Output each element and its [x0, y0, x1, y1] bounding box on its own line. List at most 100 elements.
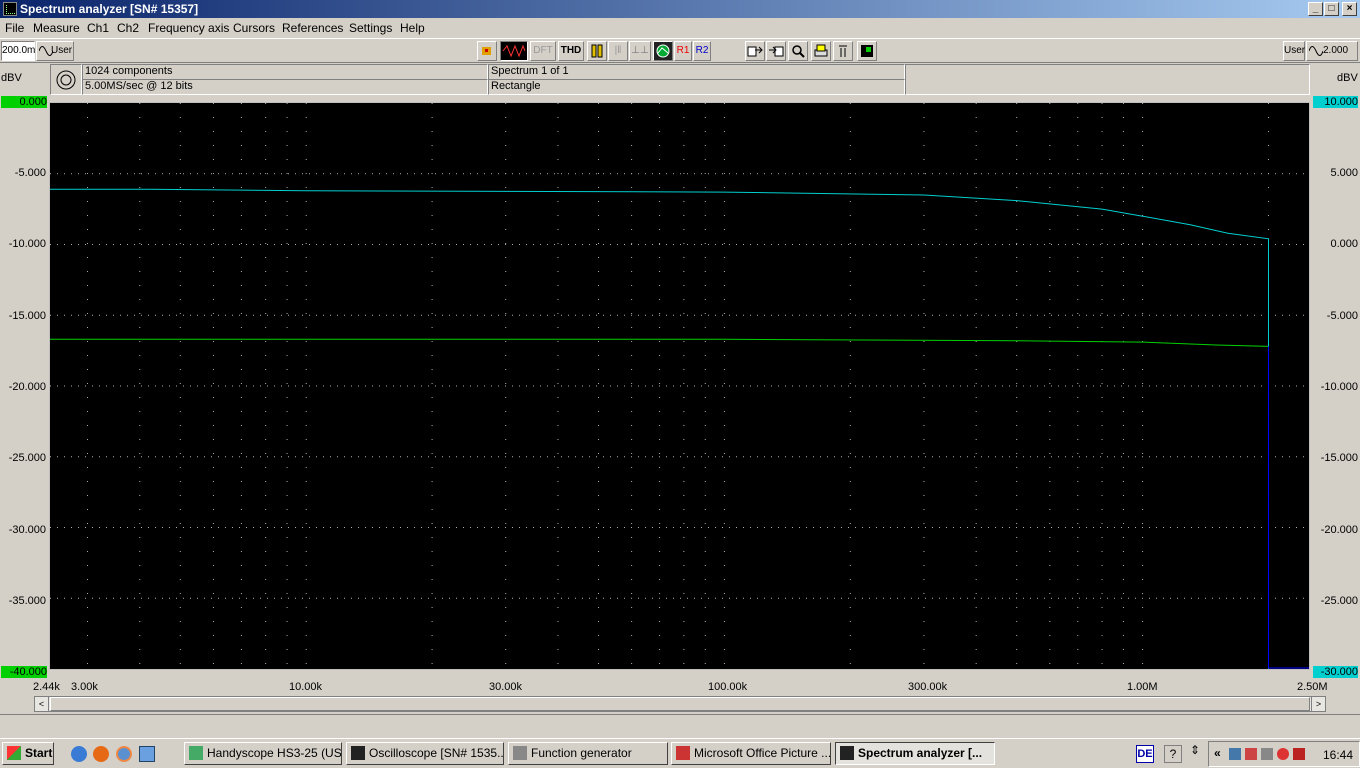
- top-button[interactable]: [833, 41, 853, 61]
- left-axis-tick: -25.000: [8, 452, 46, 464]
- export-icon: [747, 46, 763, 57]
- ch1-mode-button[interactable]: User: [36, 41, 74, 61]
- security-shield-icon[interactable]: [1293, 748, 1305, 760]
- task-label: Microsoft Office Picture ...: [694, 746, 831, 760]
- right-axis-tick: 5.000: [1330, 167, 1358, 179]
- close-button[interactable]: ×: [1342, 2, 1357, 16]
- x-axis-tick: 3.00k: [71, 681, 98, 693]
- menu-cursors[interactable]: Cursors: [233, 21, 275, 35]
- menu-frequency-axis[interactable]: Frequency axis: [148, 21, 229, 35]
- wifi-icon[interactable]: [1277, 748, 1289, 760]
- waveform-icon: [502, 44, 526, 58]
- right-axis-tick: -25.000: [1320, 595, 1358, 607]
- right-axis-tick[interactable]: 10.000: [1313, 96, 1358, 108]
- x-axis-tick: 100.00k: [708, 681, 748, 693]
- panel-icon: [861, 45, 873, 57]
- ch2-range-button[interactable]: 2.000: [1306, 41, 1358, 61]
- firefox-icon[interactable]: [93, 746, 109, 762]
- network-icon[interactable]: [1229, 748, 1241, 760]
- pause-button[interactable]: [587, 41, 607, 61]
- sine-icon: [1309, 46, 1323, 56]
- maximize-button[interactable]: □: [1324, 2, 1339, 16]
- ref1-button[interactable]: R1: [674, 41, 692, 61]
- menu-settings[interactable]: Settings: [349, 21, 392, 35]
- ruler-button[interactable]: ⊥⊥: [629, 41, 651, 61]
- left-axis-tick[interactable]: 0.000: [1, 96, 47, 108]
- x-axis-tick: 1.00M: [1127, 681, 1158, 693]
- print-button[interactable]: [811, 41, 831, 61]
- layout-button[interactable]: [857, 41, 877, 61]
- task-function-generator[interactable]: Function generator: [508, 742, 668, 765]
- task-oscilloscope[interactable]: Oscilloscope [SN# 1535...: [346, 742, 504, 765]
- browser-icon[interactable]: [116, 746, 132, 762]
- magnifier-icon: [792, 45, 805, 58]
- task-handyscope[interactable]: Handyscope HS3-25 (US...: [184, 742, 342, 765]
- right-axis-tick: 0.000: [1330, 238, 1358, 250]
- app-icon[interactable]: [3, 2, 17, 16]
- waveform-button[interactable]: [500, 41, 528, 61]
- language-indicator[interactable]: DE: [1136, 745, 1154, 763]
- thd-button[interactable]: THD: [558, 41, 584, 61]
- help-icon[interactable]: ?: [1164, 745, 1182, 763]
- picture-icon: [676, 746, 690, 760]
- zoom-button[interactable]: [788, 41, 808, 61]
- task-spectrum-analyzer[interactable]: Spectrum analyzer [...: [835, 742, 995, 765]
- marker-icon: [839, 45, 847, 57]
- task-picture-manager[interactable]: Microsoft Office Picture ...: [671, 742, 831, 765]
- start-button[interactable]: Start: [2, 742, 54, 765]
- wand-icon: [482, 47, 491, 55]
- dft-button[interactable]: DFT: [530, 41, 556, 61]
- window-function-label: Rectangle: [488, 79, 905, 95]
- spectrum-plot[interactable]: [49, 102, 1310, 670]
- cursor-tool-button[interactable]: |‖: [608, 41, 628, 61]
- desktop-icon[interactable]: [139, 746, 155, 762]
- task-label: Function generator: [531, 746, 632, 760]
- horizontal-scrollbar[interactable]: < >: [34, 696, 1326, 712]
- scope-icon: [656, 44, 670, 58]
- sine-icon: [39, 46, 53, 56]
- left-axis-tick[interactable]: -40.000: [1, 666, 47, 678]
- menu-ch1[interactable]: Ch1: [87, 21, 109, 35]
- x-axis-tick: 30.00k: [489, 681, 523, 693]
- menu-measure[interactable]: Measure: [33, 21, 80, 35]
- title-bar: Spectrum analyzer [SN# 15357] _ □ ×: [0, 0, 1360, 18]
- menu-file[interactable]: File: [5, 21, 24, 35]
- left-axis-tick: -35.000: [8, 595, 46, 607]
- info-bar: dBV 1024 components 5.00MS/sec @ 12 bits…: [0, 63, 1360, 96]
- menu-help[interactable]: Help: [400, 21, 425, 35]
- volume-icon[interactable]: [1245, 748, 1257, 760]
- spectrum-index-label: Spectrum 1 of 1: [488, 64, 905, 80]
- taskbar: Start Handyscope HS3-25 (US... Oscillosc…: [0, 738, 1360, 768]
- ie-icon[interactable]: [71, 746, 87, 762]
- right-unit-label: dBV: [1337, 72, 1358, 84]
- ref2-button[interactable]: R2: [693, 41, 711, 61]
- import-button[interactable]: [766, 41, 786, 61]
- toolbar: 200.0m User DFT THD |‖ ⊥⊥ R1 R2 User 2.0…: [0, 38, 1360, 63]
- components-label: 1024 components: [82, 64, 488, 80]
- tray-menu-icon[interactable]: ⇕: [1190, 743, 1200, 757]
- right-axis-tick: -10.000: [1320, 381, 1358, 393]
- trigger-tool-button[interactable]: [477, 41, 497, 61]
- tray-expand-icon[interactable]: «: [1214, 746, 1221, 760]
- right-axis-tick[interactable]: -30.000: [1313, 666, 1358, 678]
- scroll-thumb[interactable]: [50, 697, 1310, 711]
- spectrum-app-icon: [840, 746, 854, 760]
- x-axis-tick: 2.50M: [1297, 681, 1328, 693]
- menu-ch2[interactable]: Ch2: [117, 21, 139, 35]
- x-axis-tick: 2.44k: [33, 681, 60, 693]
- scroll-right-arrow-icon[interactable]: >: [1311, 697, 1325, 711]
- minimize-button[interactable]: _: [1308, 2, 1323, 16]
- export-button[interactable]: [745, 41, 765, 61]
- generator-icon: [513, 746, 527, 760]
- scope-view-button[interactable]: [653, 41, 673, 61]
- task-label: Handyscope HS3-25 (US...: [207, 746, 342, 760]
- channel-indicator[interactable]: [50, 64, 82, 95]
- usb-icon[interactable]: [1261, 748, 1273, 760]
- system-tray: « 16:44: [1208, 741, 1360, 767]
- ch2-mode-label-button[interactable]: User: [1283, 41, 1305, 61]
- scroll-left-arrow-icon[interactable]: <: [35, 697, 49, 711]
- right-axis-tick: -20.000: [1320, 524, 1358, 536]
- menu-references[interactable]: References: [282, 21, 343, 35]
- left-axis-tick: -20.000: [8, 381, 46, 393]
- ch1-range-field[interactable]: 200.0m: [1, 41, 35, 61]
